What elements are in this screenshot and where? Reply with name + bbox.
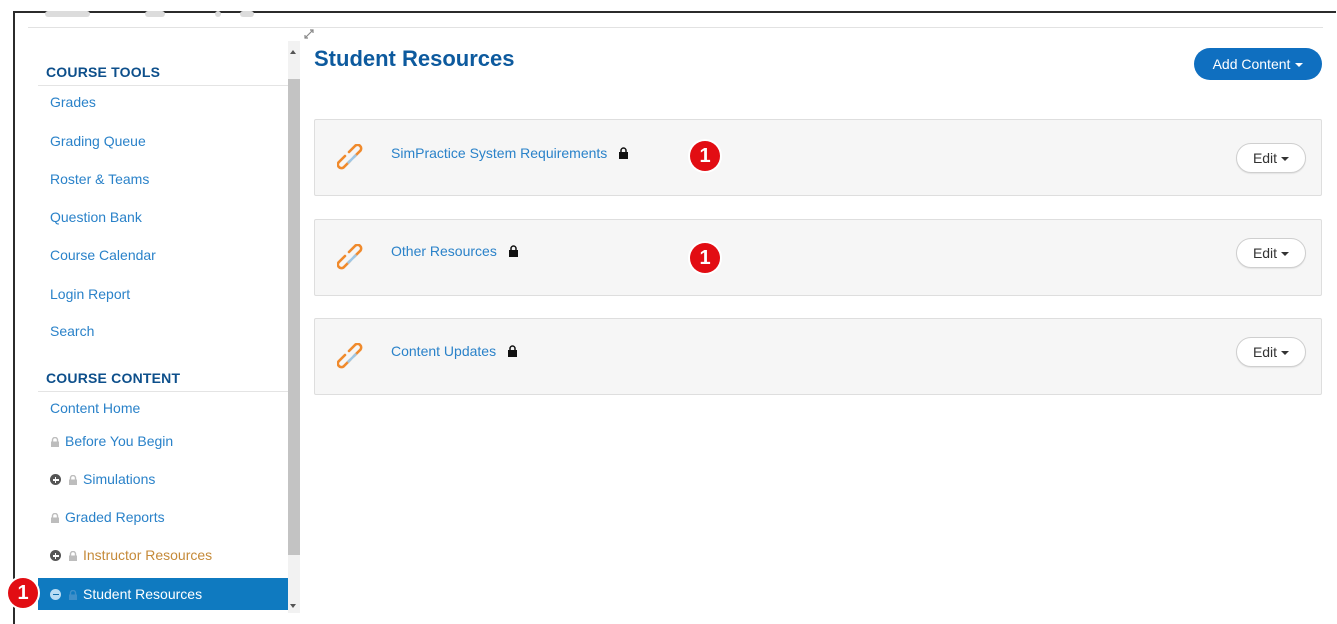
lock-icon	[51, 437, 59, 447]
add-content-label: Add Content	[1212, 56, 1291, 72]
course-content-heading: COURSE CONTENT	[46, 370, 181, 386]
sidebar-item-question-bank[interactable]: Question Bank	[50, 209, 142, 225]
sidebar-item-simulations[interactable]: Simulations	[50, 471, 155, 487]
caret-down-icon	[1281, 351, 1290, 355]
lock-icon	[69, 590, 77, 600]
link-icon	[337, 244, 363, 270]
content-item-title[interactable]: Content Updates	[391, 343, 518, 359]
callout-badge: 1	[690, 243, 720, 273]
sidebar-item-search[interactable]: Search	[50, 323, 94, 339]
scroll-up-arrow-icon[interactable]	[290, 50, 296, 54]
content-item-title[interactable]: Other Resources	[391, 243, 519, 259]
edit-button[interactable]: Edit	[1236, 143, 1306, 173]
caret-down-icon	[1281, 252, 1290, 256]
sidebar-item-graded-reports[interactable]: Graded Reports	[50, 509, 165, 525]
caret-down-icon	[1281, 157, 1290, 161]
resize-handle-icon[interactable]	[303, 28, 315, 40]
cropped-toolbar	[45, 11, 255, 19]
expand-icon[interactable]	[50, 474, 61, 485]
sidebar-item-label: Simulations	[83, 471, 156, 487]
link-icon	[337, 343, 363, 369]
lock-icon	[69, 475, 77, 485]
content-item: Other Resources Edit	[314, 219, 1322, 296]
lock-icon	[508, 245, 518, 257]
add-content-button[interactable]: Add Content	[1194, 48, 1322, 80]
sidebar-item-label: Instructor Resources	[83, 547, 213, 563]
edit-button[interactable]: Edit	[1236, 238, 1306, 268]
content-item: Content Updates Edit	[314, 318, 1322, 395]
caret-down-icon	[1295, 63, 1304, 67]
page-title: Student Resources	[314, 46, 515, 71]
sidebar-item-label: Before You Begin	[65, 433, 174, 449]
expand-icon[interactable]	[50, 550, 61, 561]
content-item: SimPractice System Requirements Edit	[314, 119, 1322, 196]
collapse-icon[interactable]	[50, 589, 61, 600]
edit-label: Edit	[1252, 344, 1278, 360]
sidebar-item-label: Graded Reports	[65, 509, 165, 525]
sidebar-item-content-home[interactable]: Content Home	[50, 400, 140, 416]
divider	[38, 391, 288, 392]
content-item-label[interactable]: Other Resources	[391, 243, 497, 259]
edit-button[interactable]: Edit	[1236, 337, 1306, 367]
scroll-down-arrow-icon[interactable]	[290, 604, 296, 608]
sidebar-item-before-you-begin[interactable]: Before You Begin	[50, 433, 173, 449]
lock-icon	[69, 551, 77, 561]
edit-label: Edit	[1252, 245, 1278, 261]
header-divider	[28, 27, 1323, 28]
content-item-title[interactable]: SimPractice System Requirements	[391, 145, 629, 161]
lock-icon	[508, 345, 518, 357]
content-item-label[interactable]: Content Updates	[391, 343, 496, 359]
sidebar-item-grades[interactable]: Grades	[50, 94, 96, 110]
callout-badge: 1	[8, 578, 38, 608]
sidebar-item-label: Student Resources	[83, 586, 203, 602]
sidebar-item-login-report[interactable]: Login Report	[50, 286, 130, 302]
divider	[38, 85, 288, 86]
sidebar-item-grading-queue[interactable]: Grading Queue	[50, 133, 146, 149]
lock-icon	[51, 513, 59, 523]
sidebar: COURSE TOOLS Grades Grading Queue Roster…	[38, 50, 288, 624]
content-item-label[interactable]: SimPractice System Requirements	[391, 145, 607, 161]
sidebar-item-instructor-resources[interactable]: Instructor Resources	[50, 547, 212, 563]
edit-label: Edit	[1252, 150, 1278, 166]
lock-icon	[619, 147, 629, 159]
sidebar-item-course-calendar[interactable]: Course Calendar	[50, 247, 156, 263]
sidebar-scrollbar[interactable]	[288, 41, 300, 613]
course-tools-heading: COURSE TOOLS	[46, 64, 161, 80]
callout-badge: 1	[690, 141, 720, 171]
link-icon	[337, 144, 363, 170]
sidebar-item-roster-teams[interactable]: Roster & Teams	[50, 171, 149, 187]
sidebar-item-student-resources[interactable]: Student Resources	[38, 578, 288, 610]
scrollbar-thumb[interactable]	[288, 79, 300, 555]
